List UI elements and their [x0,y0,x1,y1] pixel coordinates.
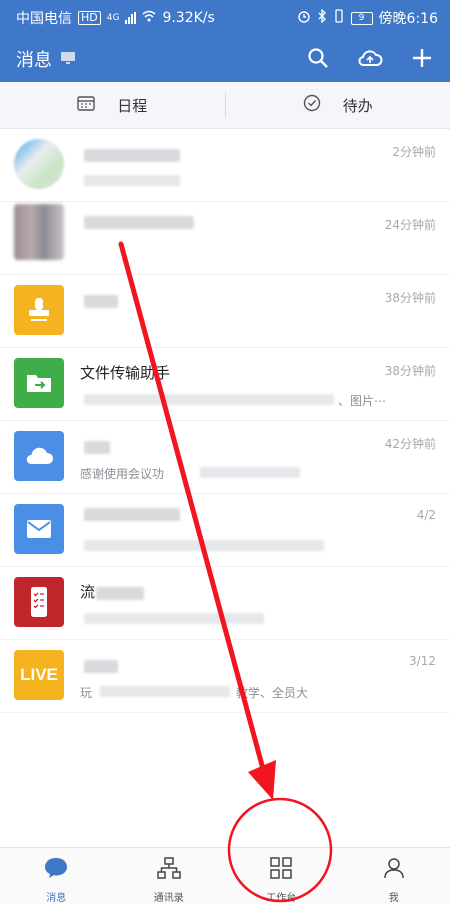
hd-badge: HD [78,11,101,25]
status-bar: 中国电信 HD 4G 9.32K/s 9 傍晚6:16 [0,0,450,34]
redacted-name [84,149,180,162]
grid-icon [269,856,293,883]
message-list: 2分钟前 24分钟前 38分钟前 文件传输助手 38分钟前 、图片⋯ 42分钟前… [0,129,450,713]
annotation-arrowhead [248,760,276,800]
stamp-icon [14,285,64,335]
monitor-icon[interactable] [60,49,76,70]
tab-todo-label: 待办 [343,95,373,116]
vibrate-icon [333,9,345,27]
bottom-nav: 消息 通讯录 工作台 我 [0,847,450,904]
wifi-icon [142,10,156,26]
list-item[interactable]: 42分钟前 感谢使用会议功 [0,421,450,494]
redacted-preview [200,467,300,478]
signal-icon [125,12,136,24]
tab-todo[interactable]: 待办 [226,82,450,128]
search-icon[interactable] [304,44,332,72]
nav-workbench-label: 工作台 [266,889,296,904]
message-preview: 玩 [80,684,92,701]
redacted-preview [84,394,334,405]
chat-bubble-icon [43,856,69,883]
folder-icon [14,358,64,408]
clock: 傍晚6:16 [379,8,438,28]
network-speed: 9.32K/s [162,10,214,26]
message-time: 24分钟前 [385,216,436,233]
redacted-preview [84,613,264,624]
app-bar: 消息 [0,34,450,82]
form-phone-icon [14,577,64,627]
mail-icon [14,504,64,554]
live-icon: LIVE [14,650,64,700]
person-icon [382,856,406,883]
blurred-avatar [14,139,64,189]
list-item[interactable]: 4/2 [0,494,450,567]
cloud-icon [14,431,64,481]
redacted-name [84,441,110,454]
tab-schedule[interactable]: 日程 [0,82,225,128]
list-item[interactable]: 2分钟前 [0,129,450,202]
redacted-name [84,295,118,308]
check-circle-icon [303,94,321,116]
message-preview: 、图片⋯ [338,392,386,409]
message-time: 3/12 [409,654,436,668]
redacted-name [84,216,194,229]
contact-name: 文件传输助手 [80,362,170,383]
message-time: 38分钟前 [385,289,436,306]
page-title: 消息 [16,46,52,72]
contact-name: 流 [80,581,95,602]
redacted-name [96,587,144,600]
battery-icon: 9 [351,12,373,25]
message-time: 42分钟前 [385,435,436,452]
cloud-icon[interactable] [356,44,384,72]
nav-me[interactable]: 我 [338,848,450,904]
message-preview: 感谢使用会议功 [80,465,164,482]
redacted-name [84,508,180,521]
list-item[interactable]: 文件传输助手 38分钟前 、图片⋯ [0,348,450,421]
nav-contacts-label: 通讯录 [154,889,184,904]
nav-contacts[interactable]: 通讯录 [113,848,226,904]
nav-me-label: 我 [389,889,399,904]
alarm-icon [297,9,311,27]
nav-messages-label: 消息 [46,889,66,904]
redacted-preview [84,175,180,186]
list-item[interactable]: LIVE 3/12 玩 教学、全员大 [0,640,450,713]
redacted-preview [84,540,324,551]
message-preview-tail: 教学、全员大 [236,684,308,701]
nav-messages[interactable]: 消息 [0,848,113,904]
tab-schedule-label: 日程 [117,95,147,116]
blurred-avatar [14,204,64,260]
sub-tabs: 日程 待办 [0,82,450,129]
message-time: 38分钟前 [385,362,436,379]
list-item[interactable]: 流 [0,567,450,640]
calendar-icon [77,95,95,115]
network-label: 4G [107,13,120,23]
org-chart-icon [156,856,182,883]
nav-workbench[interactable]: 工作台 [225,848,338,904]
bluetooth-icon [317,9,327,27]
redacted-preview [100,686,230,697]
list-item[interactable]: 24分钟前 [0,202,450,275]
redacted-name [84,660,118,673]
list-item[interactable]: 38分钟前 [0,275,450,348]
message-time: 4/2 [417,508,436,522]
plus-icon[interactable] [408,44,436,72]
carrier-label: 中国电信 [16,8,72,28]
message-time: 2分钟前 [392,143,436,160]
live-badge-text: LIVE [20,665,58,685]
